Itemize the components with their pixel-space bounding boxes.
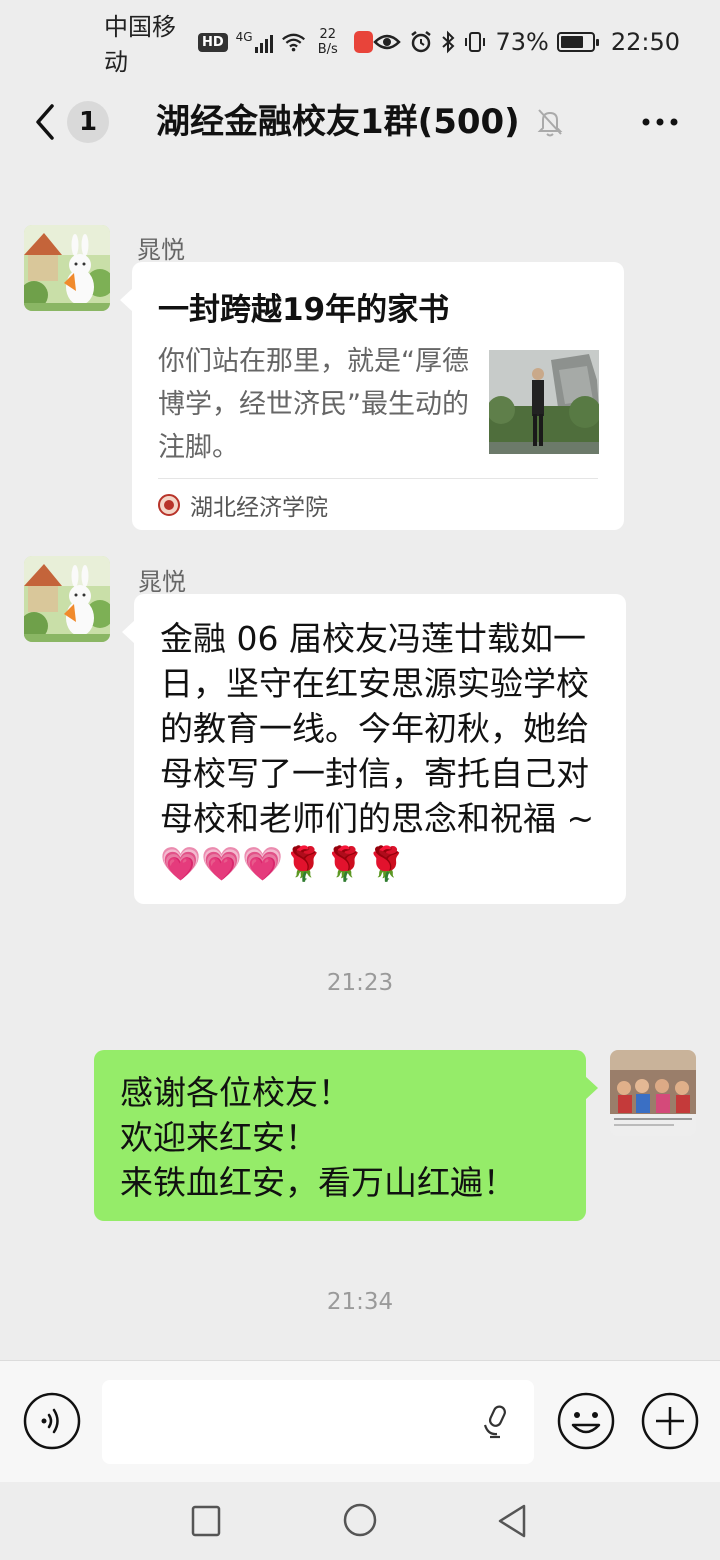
status-left: 中国移动 HD 4G 22 B/s (104, 7, 374, 77)
sender-name: 晁悦 (137, 236, 185, 264)
timestamp: 21:34 (326, 1289, 394, 1315)
hd-badge: HD (198, 32, 228, 52)
battery-percent: 73% (495, 28, 549, 56)
rabbit-avatar-image (24, 556, 110, 642)
link-card-description: 你们站在那里，就是“厚德博学，经世济民”最生动的注脚。 (158, 346, 469, 463)
message-input[interactable] (102, 1380, 534, 1464)
status-bar: 中国移动 HD 4G 22 B/s 73% 22:50 (0, 0, 720, 84)
timestamp: 21:23 (326, 970, 394, 996)
sender-name: 晁悦 (138, 568, 186, 596)
net-speed-unit: B/s (317, 42, 338, 57)
vibrate-icon (465, 32, 486, 52)
eye-icon (373, 34, 402, 50)
carrier-name: 中国移动 (104, 13, 176, 76)
message-text: 感谢各位校友！ 欢迎来红安！ 来铁血红安，看万山红遍！ (120, 1070, 570, 1205)
net-speed-value: 22 (319, 27, 336, 42)
clock: 22:50 (610, 28, 680, 56)
recent-apps-icon[interactable] (190, 1504, 222, 1538)
back-arrow-icon[interactable] (30, 98, 60, 146)
more-options-icon[interactable] (640, 106, 680, 138)
net-speed: 22 B/s (318, 27, 338, 57)
avatar[interactable] (24, 225, 110, 311)
chat-title[interactable]: 湖经金融校友1群(500) (156, 98, 520, 146)
message-line: 来铁血红安，看万山红遍！ (120, 1163, 516, 1202)
chat-header: 1 湖经金融校友1群(500) (0, 84, 720, 160)
wifi-icon (281, 33, 305, 52)
message-line: 欢迎来红安！ (120, 1118, 318, 1157)
shop-app-icon (353, 31, 374, 53)
alarm-icon (411, 31, 432, 53)
text-message[interactable]: 金融 06 届校友冯莲廿载如一日，坚守在红安思源实验学校的教育一线。今年初秋，她… (122, 594, 626, 904)
system-nav-bar (0, 1482, 720, 1560)
link-card-source: 湖北经济学院 (158, 488, 328, 522)
signal-icon: 4G (236, 31, 273, 53)
input-bar (0, 1360, 720, 1482)
battery-icon (556, 32, 599, 52)
signal-label: 4G (235, 30, 253, 44)
school-logo-icon (158, 494, 180, 516)
home-icon[interactable] (342, 1502, 378, 1538)
rabbit-avatar-image (24, 225, 110, 311)
bluetooth-icon (442, 30, 455, 54)
link-card-thumbnail (489, 350, 599, 454)
voice-input-icon[interactable] (22, 1391, 82, 1451)
my-text-message[interactable]: 感谢各位校友！ 欢迎来红安！ 来铁血红安，看万山红遍！ (94, 1050, 598, 1221)
unread-count-badge[interactable]: 1 (67, 101, 109, 143)
link-card-title: 一封跨越19年的家书 (158, 292, 450, 328)
mute-bell-icon (537, 109, 563, 137)
message-line: 感谢各位校友！ (120, 1073, 351, 1112)
link-card-source-name: 湖北经济学院 (190, 495, 328, 521)
my-avatar[interactable] (610, 1050, 696, 1136)
link-card-message[interactable]: 一封跨越19年的家书 你们站在那里，就是“厚德博学，经世济民”最生动的注脚。 湖… (120, 262, 624, 530)
avatar[interactable] (24, 556, 110, 642)
nav-back-icon[interactable] (494, 1502, 530, 1540)
emoji-icon[interactable] (556, 1391, 616, 1451)
voice-to-text-icon[interactable] (480, 1403, 514, 1441)
more-actions-plus-icon[interactable] (640, 1391, 700, 1451)
link-card-divider (158, 478, 598, 479)
group-photo-avatar-image (610, 1050, 696, 1136)
battery-fill (560, 36, 583, 48)
message-text: 金融 06 届校友冯莲廿载如一日，坚守在红安思源实验学校的教育一线。今年初秋，她… (160, 619, 595, 883)
status-right: 73% 22:50 (373, 28, 680, 56)
